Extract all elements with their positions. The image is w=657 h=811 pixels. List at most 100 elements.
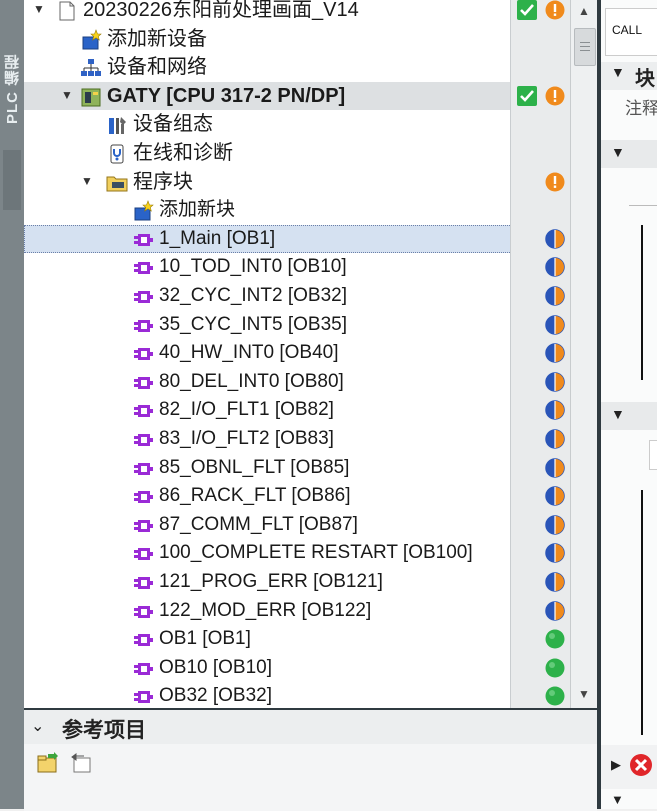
- ob-block-icon: [132, 686, 154, 708]
- status-ok-icon: [517, 0, 537, 20]
- network-2-header[interactable]: ▼: [601, 402, 657, 430]
- status-compare-icon: [545, 486, 565, 506]
- tree-item[interactable]: 添加新设备: [24, 25, 570, 54]
- ob-block-icon: [132, 458, 154, 480]
- ob-block-icon: [132, 658, 154, 680]
- reference-projects-panel: ⌄ 参考项目: [24, 708, 597, 811]
- tree-item[interactable]: 35_CYC_INT5 [OB35]: [24, 311, 570, 340]
- tree-item[interactable]: 添加新块: [24, 196, 570, 225]
- plc-icon: [80, 86, 102, 108]
- ob-block-icon: [132, 429, 154, 451]
- ob-block-icon: [132, 601, 154, 623]
- status-compare-icon: [545, 457, 565, 478]
- tree-item[interactable]: 在线和诊断: [24, 139, 570, 168]
- status-column: [510, 0, 571, 708]
- project-icon: [56, 0, 78, 22]
- tree-item-label: 程序块: [133, 170, 193, 193]
- tree-item[interactable]: 85_OBNL_FLT [OB85]: [24, 454, 570, 483]
- tree-item[interactable]: 1_Main [OB1]: [24, 224, 570, 254]
- ladder-power-rail: [641, 225, 643, 380]
- tree-item[interactable]: 32_CYC_INT2 [OB32]: [24, 282, 570, 311]
- ob-block-icon: [132, 372, 154, 394]
- tree-item[interactable]: 100_COMPLETE RESTART [OB100]: [24, 539, 570, 568]
- folder-icon: [106, 172, 128, 194]
- tree-item[interactable]: OB10 [OB10]: [24, 654, 570, 683]
- tree-item[interactable]: 86_RACK_FLT [OB86]: [24, 482, 570, 511]
- close-reference-project-icon[interactable]: [70, 752, 94, 774]
- tree-item[interactable]: ▼ 20230226东阳前处理画面_V14: [24, 0, 570, 25]
- status-compare-icon: [545, 372, 565, 392]
- network-1-header[interactable]: ▼: [601, 140, 657, 168]
- ob-block-icon: [132, 257, 154, 279]
- tree-item[interactable]: 87_COMM_FLT [OB87]: [24, 511, 570, 540]
- call-label: CALL: [612, 23, 643, 37]
- tree-item-label: GATY [CPU 317-2 PN/DP]: [107, 84, 346, 107]
- ob-block-icon: [132, 572, 154, 594]
- chevron-down-icon[interactable]: ▼: [611, 792, 624, 807]
- status-consistent-icon: [545, 658, 565, 678]
- chevron-down-icon[interactable]: ▼: [611, 64, 625, 80]
- call-instruction-button[interactable]: CALL: [605, 8, 657, 56]
- tree-item[interactable]: ▼ 程序块: [24, 168, 570, 197]
- tree-item-label: 设备组态: [133, 113, 213, 136]
- open-reference-project-icon[interactable]: [36, 752, 60, 774]
- status-consistent-icon: [545, 629, 565, 649]
- plc-programming-side-tab[interactable]: PLC 编程: [0, 0, 24, 809]
- tree-item-label: 35_CYC_INT5 [OB35]: [159, 313, 347, 335]
- tree-item[interactable]: OB32 [OB32]: [24, 682, 570, 708]
- block-interface-header[interactable]: ▼ 块: [601, 62, 657, 90]
- chevron-down-icon[interactable]: ▼: [611, 144, 625, 160]
- tree-item-label: 10_TOD_INT0 [OB10]: [159, 256, 347, 278]
- tree-item[interactable]: 80_DEL_INT0 [OB80]: [24, 368, 570, 397]
- tree-item-label: 87_COMM_FLT [OB87]: [159, 513, 358, 535]
- reference-panel-header[interactable]: ⌄ 参考项目: [24, 710, 597, 744]
- tree-item[interactable]: 122_MOD_ERR [OB122]: [24, 597, 570, 626]
- status-compare-icon: [545, 343, 565, 363]
- block-label: 块: [635, 68, 655, 90]
- tree-item-label: OB10 [OB10]: [159, 656, 273, 678]
- scroll-down-arrow-icon[interactable]: ▼: [573, 683, 595, 705]
- chevron-down-icon[interactable]: ▼: [611, 406, 625, 422]
- tree-item[interactable]: 10_TOD_INT0 [OB10]: [24, 253, 570, 282]
- status-compare-icon: [545, 257, 565, 278]
- tree-scrollbar[interactable]: ▲ ▼: [570, 0, 598, 708]
- ob-block-icon: [132, 229, 154, 251]
- error-row[interactable]: ▶: [601, 745, 657, 789]
- ob-block-icon: [132, 315, 154, 337]
- tree-item-label: 82_I/O_FLT1 [OB82]: [159, 399, 334, 421]
- status-warning-icon: [545, 0, 565, 20]
- tree-item[interactable]: OB1 [OB1]: [24, 625, 570, 654]
- tree-item[interactable]: ▼ GATY [CPU 317-2 PN/DP]: [24, 81, 570, 111]
- chevron-down-icon[interactable]: ⌄: [31, 716, 44, 736]
- tree-item[interactable]: 设备组态: [24, 110, 570, 139]
- ob-block-icon: [132, 543, 154, 565]
- tree-item-label: 121_PROG_ERR [OB121]: [159, 571, 383, 592]
- tree-item-label: 添加新设备: [107, 27, 207, 50]
- status-compare-icon: [545, 314, 565, 335]
- ob-block-icon: [132, 629, 154, 651]
- expand-arrow-icon[interactable]: ▼: [32, 2, 46, 16]
- ob-block-icon: [132, 400, 154, 422]
- online-diagnostics-icon: [106, 143, 128, 165]
- tree-item[interactable]: 40_HW_INT0 [OB40]: [24, 339, 570, 368]
- status-consistent-icon: [545, 686, 565, 706]
- expand-arrow-icon[interactable]: ▼: [80, 174, 94, 188]
- tree-item[interactable]: 121_PROG_ERR [OB121]: [24, 568, 570, 597]
- chevron-right-icon[interactable]: ▶: [611, 757, 621, 773]
- scroll-up-arrow-icon[interactable]: ▲: [573, 0, 595, 22]
- status-compare-icon: [545, 572, 565, 592]
- tree-item[interactable]: 82_I/O_FLT1 [OB82]: [24, 396, 570, 425]
- tree-item-label: 添加新块: [159, 199, 236, 221]
- scrollbar-thumb[interactable]: [574, 28, 596, 66]
- ladder-top-line: [629, 205, 657, 206]
- tree-item[interactable]: 83_I/O_FLT2 [OB83]: [24, 425, 570, 454]
- expand-arrow-icon[interactable]: ▼: [60, 88, 74, 102]
- error-icon: [629, 753, 653, 782]
- comment-label: 注释: [625, 99, 657, 118]
- tree-item-label: 在线和诊断: [133, 142, 233, 164]
- side-tab-segment: [3, 150, 21, 210]
- tree-item-label: 83_I/O_FLT2 [OB83]: [159, 428, 334, 449]
- tree-item-label: 设备和网络: [107, 56, 207, 79]
- network-comment-box[interactable]: [649, 440, 657, 470]
- tree-item[interactable]: 设备和网络: [24, 53, 570, 82]
